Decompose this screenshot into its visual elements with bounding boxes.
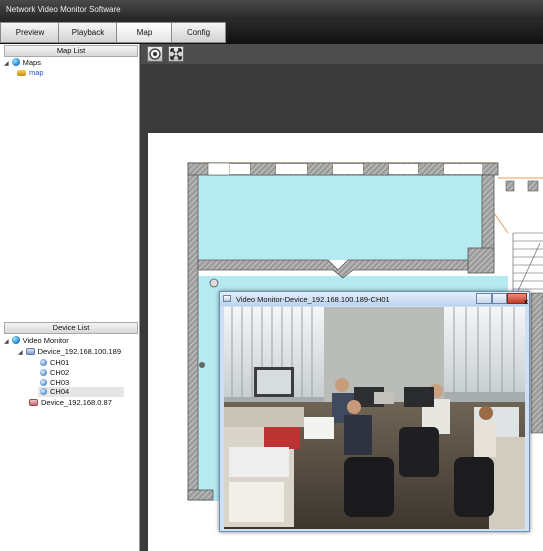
- tree-node-maps[interactable]: ◢ Maps: [4, 58, 41, 68]
- video-window-title: Video Monitor-Device_192.168.100.189-CH0…: [236, 295, 390, 304]
- expand-arrow-icon[interactable]: ◢: [4, 61, 9, 67]
- expand-arrow-icon[interactable]: ◢: [18, 350, 23, 356]
- device-list-header: Device List: [4, 322, 138, 334]
- device-offline-icon: [29, 399, 38, 406]
- tree-node-device-87[interactable]: Device_192.168.0.87: [29, 398, 112, 408]
- globe-icon: [11, 336, 20, 344]
- menu-preview-button[interactable]: Preview: [0, 22, 60, 43]
- wall-middle: [197, 259, 469, 279]
- fit-screen-icon: [170, 48, 182, 60]
- fit-screen-button[interactable]: [168, 46, 184, 62]
- map-toolbar: [141, 44, 543, 64]
- camera-marker-icon[interactable]: [209, 278, 219, 288]
- menu-config-button[interactable]: Config: [171, 22, 226, 43]
- app-titlebar: Network Video Monitor Software: [0, 0, 543, 20]
- tree-node-ch04[interactable]: CH04: [38, 387, 124, 397]
- tree-label-device-87: Device_192.168.0.87: [41, 398, 112, 407]
- tree-label-device-189: Device_192.168.100.189: [37, 347, 122, 356]
- video-monitor-window[interactable]: Video Monitor-Device_192.168.100.189-CH0…: [219, 291, 530, 532]
- wall-left: [187, 162, 199, 501]
- close-icon: x: [524, 297, 529, 306]
- left-panel: Map List ◢ Maps map Device List ◢ Video Mo…: [0, 44, 140, 551]
- tree-label-map: map: [29, 68, 44, 77]
- camera-icon: [40, 379, 47, 386]
- tree-label-maps: Maps: [22, 58, 41, 67]
- tree-node-device-189[interactable]: ◢ Device_192.168.100.189: [18, 347, 121, 357]
- app-title: Network Video Monitor Software: [6, 5, 121, 14]
- map-list-header: Map List: [4, 45, 138, 57]
- camera-icon: [40, 369, 47, 376]
- globe-icon: [11, 58, 20, 66]
- menu-map-button[interactable]: Map: [116, 22, 173, 43]
- menu-playback-button[interactable]: Playback: [58, 22, 118, 43]
- tree-label-video-monitor: Video Monitor: [22, 336, 69, 345]
- zoom-in-button[interactable]: [147, 46, 163, 62]
- minimize-button[interactable]: –: [476, 293, 497, 306]
- camera-icon: [40, 359, 47, 366]
- video-window-titlebar[interactable]: Video Monitor-Device_192.168.100.189-CH0…: [220, 292, 529, 306]
- device-icon: [25, 348, 35, 355]
- close-button[interactable]: x: [507, 293, 529, 306]
- tree-node-ch01[interactable]: CH01: [40, 358, 69, 368]
- window-app-icon: [223, 295, 231, 302]
- office-camera-image: [224, 307, 525, 529]
- map-icon: [17, 70, 26, 76]
- camera-icon: [40, 388, 47, 395]
- tree-label-ch03: CH03: [50, 378, 70, 387]
- video-feed: [224, 307, 525, 529]
- main-menu-bar: Preview Playback Map Config: [0, 20, 543, 44]
- zoom-in-icon: [149, 48, 161, 60]
- maximize-button[interactable]: □: [492, 293, 514, 306]
- tree-label-ch02: CH02: [50, 368, 70, 377]
- room-upper: [198, 175, 488, 260]
- tree-node-video-monitor[interactable]: ◢ Video Monitor: [4, 336, 69, 346]
- tree-label-ch04: CH04: [50, 387, 70, 396]
- staircase: [512, 232, 543, 293]
- expand-arrow-icon[interactable]: ◢: [4, 339, 9, 345]
- tree-node-ch02[interactable]: CH02: [40, 368, 69, 378]
- tree-label-ch01: CH01: [50, 358, 70, 367]
- tree-node-map[interactable]: map: [17, 68, 44, 78]
